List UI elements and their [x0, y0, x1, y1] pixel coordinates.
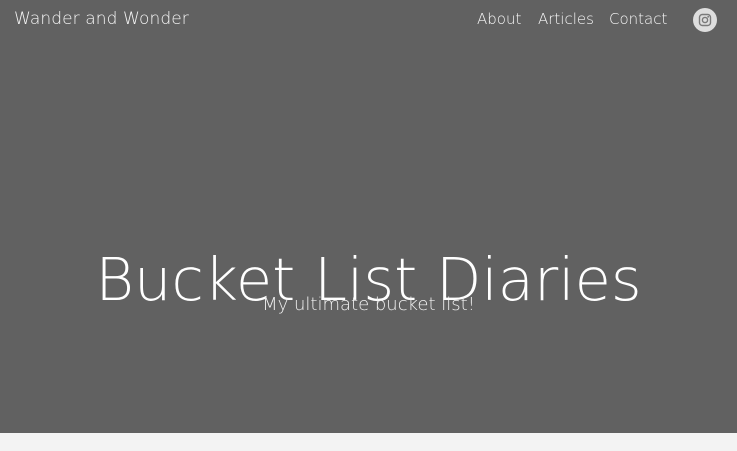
instagram-icon[interactable] [693, 8, 717, 32]
top-navigation-bar: Wander and Wonder About Articles Contact [0, 0, 737, 40]
page-content-start [0, 433, 737, 451]
hero-subtitle: My ultimate bucket list! [262, 294, 475, 315]
nav-contact-link[interactable]: Contact [609, 10, 667, 28]
nav-about-link[interactable]: About [477, 10, 521, 28]
nav-articles-link[interactable]: Articles [538, 10, 594, 28]
site-title-link[interactable]: Wander and Wonder [14, 9, 189, 29]
hero-banner: Wander and Wonder About Articles Contact… [0, 0, 737, 433]
